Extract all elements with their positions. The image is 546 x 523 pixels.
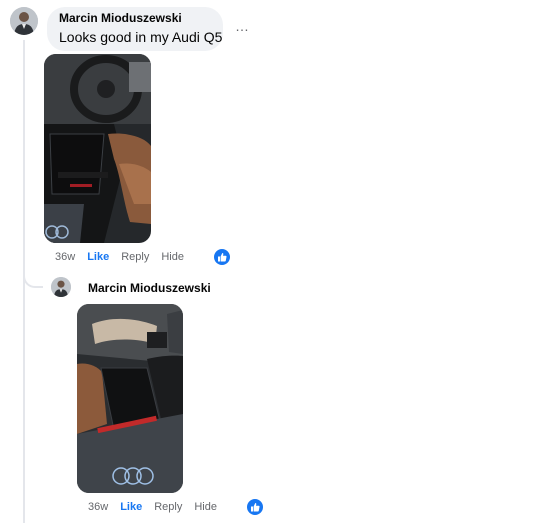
reply-reply-button[interactable]: Reply <box>154 501 182 513</box>
comment-timestamp[interactable]: 36w <box>55 251 75 263</box>
like-button[interactable]: Like <box>87 251 109 263</box>
reply-like-button[interactable]: Like <box>120 501 142 513</box>
reply-photo[interactable] <box>77 304 183 493</box>
comment-actions: 36w Like Reply Hide <box>55 249 230 265</box>
hide-button[interactable]: Hide <box>161 251 184 263</box>
avatar[interactable] <box>10 7 38 35</box>
reply-author[interactable]: Marcin Mioduszewski <box>88 281 211 296</box>
reply-hide-button[interactable]: Hide <box>194 501 217 513</box>
comment-author[interactable]: Marcin Mioduszewski <box>59 11 211 26</box>
comment-photo[interactable] <box>44 54 151 243</box>
reply-button[interactable]: Reply <box>121 251 149 263</box>
comment-bubble: Marcin Mioduszewski Looks good in my Aud… <box>47 7 223 51</box>
more-options-icon[interactable]: … <box>235 18 250 34</box>
reply-avatar[interactable] <box>51 277 71 297</box>
thumbs-up-icon[interactable] <box>246 499 263 515</box>
reply-actions: 36w Like Reply Hide <box>88 499 263 515</box>
reply-thread-connector <box>23 262 43 288</box>
reply-timestamp[interactable]: 36w <box>88 501 108 513</box>
thumbs-up-icon[interactable] <box>213 249 230 265</box>
comment-text: Looks good in my Audi Q5 <box>59 29 223 45</box>
